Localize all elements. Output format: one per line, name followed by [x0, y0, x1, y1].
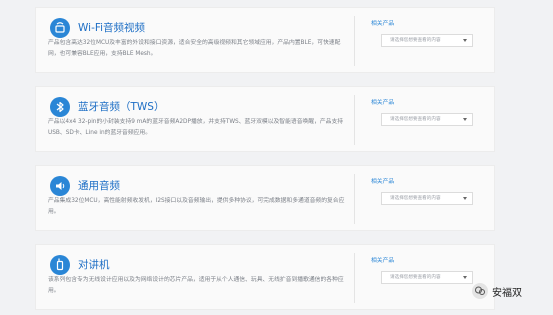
related-products-label: 相关产品: [371, 100, 395, 106]
select-value: 请选择您想要查看的内容: [390, 38, 441, 43]
bluetooth-audio-icon: [50, 97, 70, 117]
chevron-down-icon: [463, 39, 467, 42]
watermark-text: 安福双: [492, 287, 522, 299]
card-description: 产品包含高达32位MCU及丰富的外设和接口资源，适合安全的高级视频和其它领域应用…: [48, 40, 341, 57]
application-card-general-audio: 通用音频 产品集成32位MCU，高性能射频收发机，I2S接口以及音频输出，提供多…: [35, 165, 495, 231]
card-description: 产品集成32位MCU，高性能射频收发机，I2S接口以及音频输出，提供多种协议，可…: [48, 198, 345, 215]
divider: [354, 95, 355, 145]
card-title[interactable]: 通用音频: [78, 178, 120, 193]
card-title[interactable]: 对讲机: [78, 257, 110, 272]
application-card-bluetooth-audio: 蓝牙音频（TWS） 产品以4x4 32-pin的小封装支持9 mA的蓝牙音频A2…: [35, 86, 495, 152]
wifi-audio-icon: [50, 18, 70, 38]
card-title[interactable]: 蓝牙音频（TWS）: [78, 99, 164, 114]
select-value: 请选择您想要查看的内容: [390, 275, 441, 280]
chevron-down-icon: [463, 276, 467, 279]
card-description: 该系列包含专为无线设计应用以及为网络设计的芯片产品，适用于从个人通信、玩具、无线…: [48, 277, 344, 294]
related-products-label: 相关产品: [371, 179, 395, 185]
related-products-select[interactable]: 请选择您想要查看的内容: [381, 34, 473, 47]
watermark: 安福双: [472, 281, 522, 301]
chevron-down-icon: [463, 197, 467, 200]
intercom-icon: [50, 255, 70, 275]
wechat-logo-icon: [472, 283, 488, 299]
application-card-intercom: 对讲机 该系列包含专为无线设计应用以及为网络设计的芯片产品，适用于从个人通信、玩…: [35, 244, 495, 310]
chevron-down-icon: [463, 118, 467, 121]
divider: [354, 253, 355, 303]
application-card-wifi-audio: Wi-Fi音频视频 产品包含高达32位MCU及丰富的外设和接口资源，适合安全的高…: [35, 7, 495, 73]
card-title[interactable]: Wi-Fi音频视频: [78, 20, 145, 35]
related-products-label: 相关产品: [371, 21, 395, 27]
card-description: 产品以4x4 32-pin的小封装支持9 mA的蓝牙音频A2DP播放，并支持TW…: [48, 119, 344, 136]
divider: [354, 16, 355, 66]
divider: [354, 174, 355, 224]
select-value: 请选择您想要查看的内容: [390, 117, 441, 122]
related-products-select[interactable]: 请选择您想要查看的内容: [381, 192, 473, 205]
related-products-label: 相关产品: [371, 258, 395, 264]
related-products-select[interactable]: 请选择您想要查看的内容: [381, 113, 473, 126]
related-products-select[interactable]: 请选择您想要查看的内容: [381, 271, 473, 284]
general-audio-icon: [50, 176, 70, 196]
select-value: 请选择您想要查看的内容: [390, 196, 441, 201]
